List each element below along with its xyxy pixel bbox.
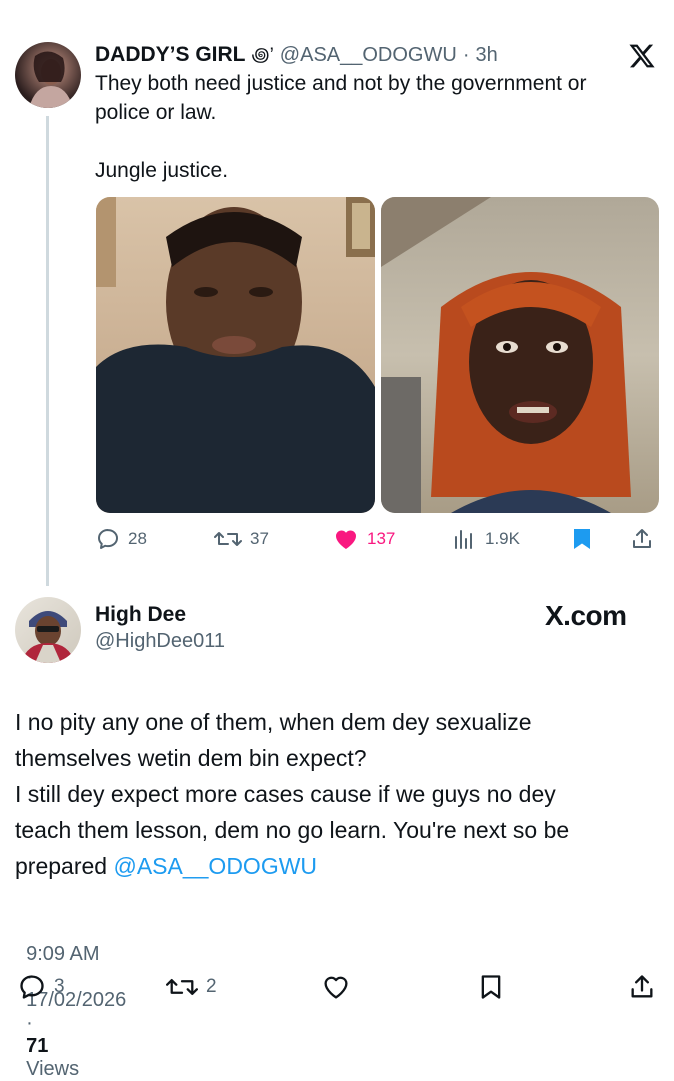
like-action[interactable] [321, 973, 351, 1001]
quoted-handle[interactable]: @ASA__ODOGWU [280, 44, 457, 67]
media-image-right[interactable] [381, 197, 659, 513]
quoted-tweet-header: DADDY’S GIRL ꩜’ @ASA__ODOGWU · 3h [95, 40, 498, 68]
share-action[interactable] [630, 527, 654, 551]
views-chart-icon [455, 530, 472, 549]
repost-count: 37 [250, 529, 269, 548]
reply-action[interactable]: 28 [96, 527, 147, 551]
bookmark-action[interactable] [478, 973, 504, 1001]
views-count: 1.9K [485, 529, 520, 548]
quoted-text-line: They both need justice and not by the go… [95, 72, 587, 95]
like-count: 137 [367, 529, 396, 548]
share-icon [631, 975, 653, 998]
views-action[interactable]: 1.9K [453, 527, 520, 551]
avatar-photo [29, 51, 73, 108]
views-number: 71 [26, 1035, 49, 1057]
tweet-time[interactable]: 9:09 AM [26, 943, 99, 965]
bookmark-outline-icon [481, 975, 501, 999]
mention-link[interactable]: @ASA__ODOGWU [113, 853, 317, 879]
views-label: Views [26, 1058, 80, 1080]
bookmark-action[interactable] [571, 527, 593, 551]
repost-count: 2 [206, 976, 217, 997]
reply-text-line-last: prepared @ASA__ODOGWU [15, 848, 665, 884]
reply-action[interactable]: 3 [18, 973, 65, 1001]
meta-separator: · [26, 1012, 33, 1034]
x-logo-icon[interactable] [628, 42, 656, 70]
reply-count: 28 [128, 529, 147, 548]
repost-icon [166, 979, 198, 995]
name-emoji: ꩜’ [251, 45, 274, 66]
reply-text-line: themselves wetin dem bin expect? [15, 745, 367, 771]
repost-icon [214, 532, 242, 546]
thread-connector-line [46, 116, 49, 586]
media-image-left[interactable] [96, 197, 375, 513]
photo-woman-black-shirt [96, 197, 375, 513]
avatar-photo [21, 611, 75, 663]
photo-woman-red-braids [381, 197, 631, 513]
repost-action[interactable]: 37 [214, 527, 269, 551]
header-separator: · [462, 44, 470, 66]
reply-tweet-avatar[interactable] [15, 597, 81, 663]
quoted-text-line: police or law. [95, 101, 217, 124]
share-icon [633, 529, 651, 548]
reply-icon [98, 529, 118, 549]
reply-handle[interactable]: @HighDee011 [95, 630, 225, 652]
reply-text-line: I still dey expect more cases cause if w… [15, 781, 556, 807]
reply-handle-wrap: @HighDee011 [95, 630, 225, 653]
reply-text-prefix: prepared [15, 853, 114, 879]
reply-icon [20, 975, 44, 999]
bookmark-filled-icon [574, 529, 590, 549]
reply-text-line: teach them lesson, dem no go learn. You'… [15, 817, 570, 843]
heart-outline-icon [324, 976, 348, 999]
reply-display-name-wrap: High Dee [95, 603, 186, 627]
reply-text-line: I no pity any one of them, when dem dey … [15, 709, 532, 735]
quoted-time[interactable]: 3h [475, 44, 497, 67]
reply-tweet-text: I no pity any one of them, when dem dey … [15, 704, 665, 884]
reply-display-name[interactable]: High Dee [95, 603, 186, 626]
x-com-watermark: X.com [545, 600, 627, 631]
reply-count: 3 [54, 976, 65, 997]
quoted-display-name[interactable]: DADDY’S GIRL [95, 43, 246, 67]
quoted-tweet-avatar[interactable] [15, 42, 81, 108]
quoted-text-line: Jungle justice. [95, 159, 229, 182]
quoted-tweet-text: They both need justice and not by the go… [95, 69, 660, 185]
heart-filled-icon [335, 530, 357, 549]
like-action[interactable]: 137 [333, 527, 395, 551]
share-action[interactable] [628, 973, 656, 1001]
repost-action[interactable]: 2 [166, 973, 217, 1001]
